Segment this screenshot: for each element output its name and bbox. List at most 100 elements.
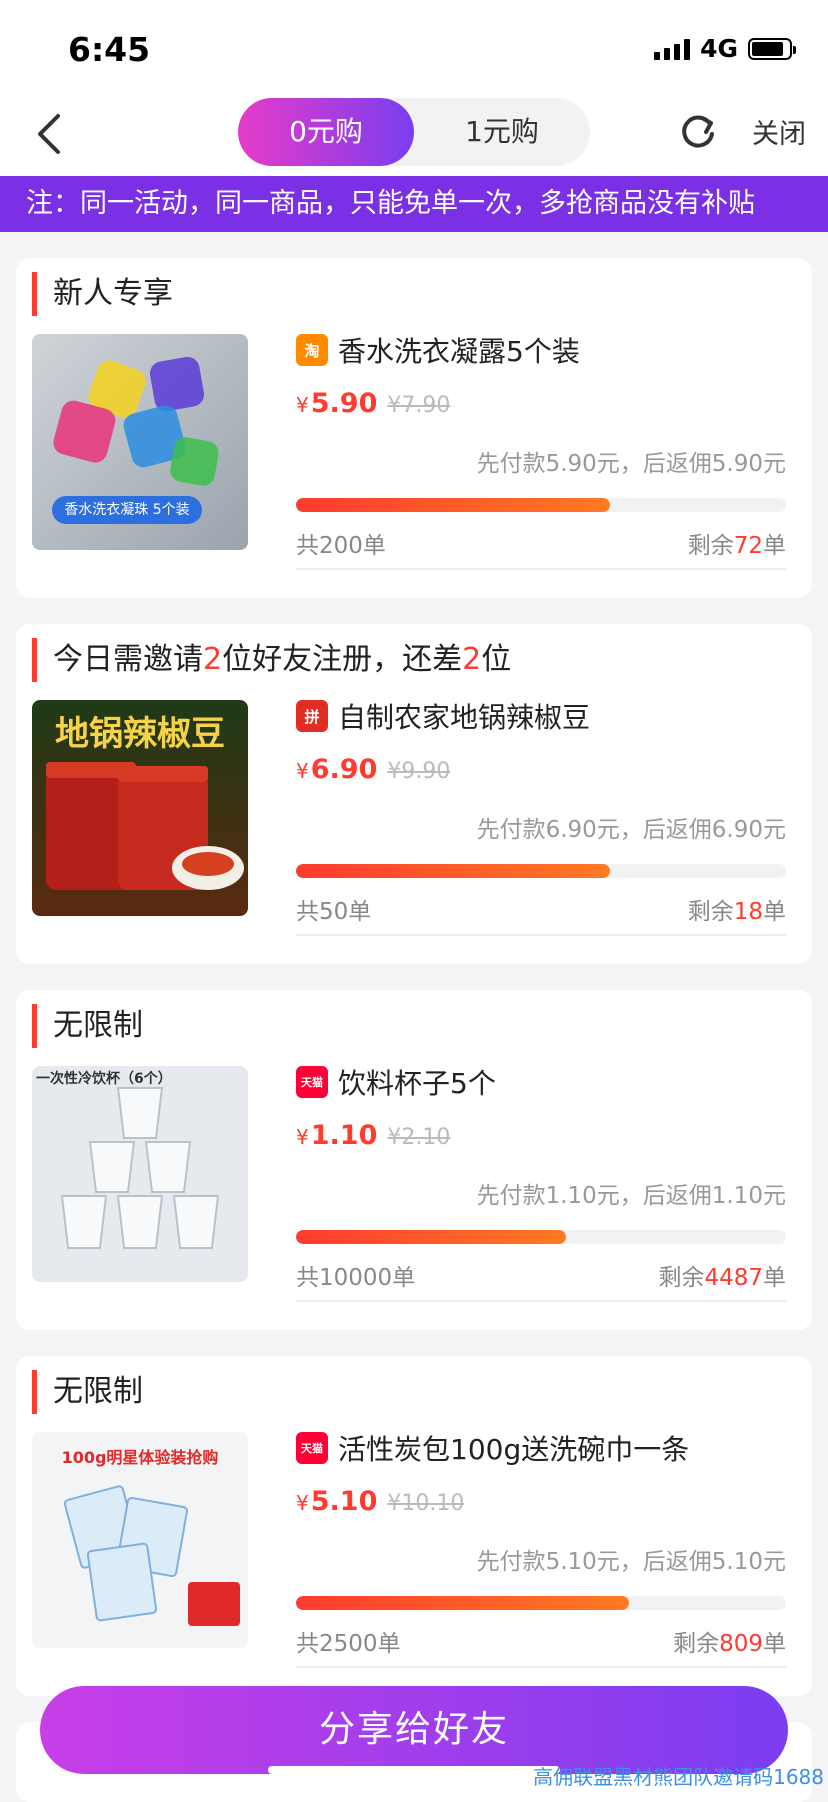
progress-fill bbox=[296, 864, 610, 878]
total-orders: 共2500单 bbox=[296, 1631, 401, 1657]
price-row: ¥5.90 ¥7.90 bbox=[296, 388, 450, 419]
product-image[interactable]: 100g明星体验装抢购 bbox=[32, 1432, 248, 1648]
remain-unit: 单 bbox=[763, 1631, 786, 1657]
remain-count: 4487 bbox=[704, 1265, 763, 1291]
product-name: 活性炭包100g送洗碗巾一条 bbox=[338, 1433, 690, 1466]
product-image[interactable]: 地锅辣椒豆 bbox=[32, 700, 248, 916]
price-value: 5.90 bbox=[310, 388, 378, 419]
rebate-text: 先付款5.10元，后返佣5.10元 bbox=[476, 1549, 786, 1575]
product-card[interactable]: 新人专享 香水洗衣凝珠 5个装 淘 香水洗衣凝露5个装 ¥5.90 ¥7.90 … bbox=[16, 258, 812, 598]
product-name-row: 天猫 活性炭包100g送洗碗巾一条 bbox=[296, 1428, 689, 1468]
nav-bar: 0元购 1元购 关闭 bbox=[0, 92, 828, 176]
card-title: 无限制 bbox=[32, 1004, 143, 1048]
remain-label: 剩余 bbox=[658, 1265, 705, 1291]
product-name: 饮料杯子5个 bbox=[338, 1067, 496, 1100]
remaining-count: 2 bbox=[462, 642, 482, 677]
price-row: ¥5.10 ¥10.10 bbox=[296, 1486, 464, 1517]
card-title: 今日需邀请2位好友注册，还差2位 bbox=[32, 638, 511, 682]
progress-fill bbox=[296, 1230, 566, 1244]
currency-symbol: ¥ bbox=[296, 759, 309, 783]
price-value: 5.10 bbox=[310, 1486, 378, 1517]
battery-icon bbox=[748, 37, 796, 60]
divider bbox=[296, 934, 786, 936]
progress-bar bbox=[296, 498, 786, 512]
home-indicator bbox=[268, 1766, 560, 1774]
total-orders: 共50单 bbox=[296, 899, 372, 925]
remaining-orders: 剩余18单 bbox=[688, 892, 786, 926]
refresh-button[interactable] bbox=[676, 110, 720, 154]
divider bbox=[296, 1666, 786, 1668]
product-name-row: 天猫 饮料杯子5个 bbox=[296, 1062, 496, 1102]
original-price: ¥10.10 bbox=[387, 1491, 465, 1516]
tab-one-yuan[interactable]: 1元购 bbox=[414, 98, 590, 166]
price-value: 1.10 bbox=[310, 1120, 378, 1151]
watermark: 高佣联盟黑材熊团队邀请码1688 bbox=[533, 1765, 824, 1789]
price: ¥5.10 bbox=[296, 1486, 377, 1517]
card-title: 新人专享 bbox=[32, 272, 173, 316]
price-row: ¥1.10 ¥2.10 bbox=[296, 1120, 450, 1151]
close-button[interactable]: 关闭 bbox=[752, 112, 806, 151]
remain-label: 剩余 bbox=[687, 533, 734, 559]
product-image[interactable]: 一次性冷饮杯（6个） bbox=[32, 1066, 248, 1282]
rebate-text: 先付款5.90元，后返佣5.90元 bbox=[476, 451, 786, 477]
image-caption: 100g明星体验装抢购 bbox=[61, 1448, 219, 1467]
product-info: 天猫 饮料杯子5个 ¥1.10 ¥2.10 先付款1.10元，后返佣1.10元 … bbox=[296, 1062, 786, 1302]
taobao-icon: 淘 bbox=[296, 334, 328, 366]
tab-zero-yuan[interactable]: 0元购 bbox=[238, 98, 414, 166]
price: ¥6.90 bbox=[296, 754, 377, 785]
progress-bar bbox=[296, 1230, 786, 1244]
remain-label: 剩余 bbox=[673, 1631, 720, 1657]
title-text: 位 bbox=[481, 642, 512, 677]
product-card[interactable]: 今日需邀请2位好友注册，还差2位 地锅辣椒豆 拼 自制农家地锅辣椒豆 ¥6.90… bbox=[16, 624, 812, 964]
image-caption: 一次性冷饮杯（6个） bbox=[36, 1071, 172, 1087]
remain-count: 18 bbox=[733, 899, 763, 925]
invite-count: 2 bbox=[203, 642, 223, 677]
rebate-text: 先付款6.90元，后返佣6.90元 bbox=[476, 817, 786, 843]
remain-count: 809 bbox=[719, 1631, 763, 1657]
title-text: 今日需邀请 bbox=[53, 642, 203, 677]
status-bar: 6:45 4G bbox=[0, 0, 828, 92]
progress-bar bbox=[296, 864, 786, 878]
signal-icon bbox=[654, 38, 691, 60]
remain-label: 剩余 bbox=[687, 899, 734, 925]
product-name: 香水洗衣凝露5个装 bbox=[338, 335, 580, 368]
original-price: ¥7.90 bbox=[387, 393, 451, 418]
network-label: 4G bbox=[700, 34, 738, 63]
status-indicators: 4G bbox=[654, 34, 796, 63]
product-image[interactable]: 香水洗衣凝珠 5个装 bbox=[32, 334, 248, 550]
image-caption: 地锅辣椒豆 bbox=[55, 714, 225, 754]
product-card[interactable]: 无限制 100g明星体验装抢购 天猫 活性炭包100g送洗碗巾一条 ¥5.10 … bbox=[16, 1356, 812, 1696]
remain-count: 72 bbox=[733, 533, 763, 559]
progress-bar bbox=[296, 1596, 786, 1610]
remain-unit: 单 bbox=[763, 1265, 786, 1291]
card-title: 无限制 bbox=[32, 1370, 143, 1414]
rebate-text: 先付款1.10元，后返佣1.10元 bbox=[476, 1183, 786, 1209]
image-caption: 香水洗衣凝珠 5个装 bbox=[64, 502, 190, 518]
divider bbox=[296, 1300, 786, 1302]
title-text: 位好友注册，还差 bbox=[222, 642, 463, 677]
currency-symbol: ¥ bbox=[296, 1125, 309, 1149]
progress-fill bbox=[296, 498, 610, 512]
progress-fill bbox=[296, 1596, 630, 1610]
remaining-orders: 剩余4487单 bbox=[658, 1258, 786, 1292]
divider bbox=[296, 568, 786, 570]
product-card[interactable]: 无限制 一次性冷饮杯（6个） 天猫 饮料杯子5个 ¥1.10 ¥2.10 先付款… bbox=[16, 990, 812, 1330]
remain-unit: 单 bbox=[763, 533, 786, 559]
tab-switcher: 0元购 1元购 bbox=[238, 98, 590, 166]
price: ¥5.90 bbox=[296, 388, 377, 419]
product-info: 天猫 活性炭包100g送洗碗巾一条 ¥5.10 ¥10.10 先付款5.10元，… bbox=[296, 1428, 786, 1668]
currency-symbol: ¥ bbox=[296, 1491, 309, 1515]
product-name-row: 拼 自制农家地锅辣椒豆 bbox=[296, 696, 590, 736]
chevron-left-icon bbox=[38, 114, 60, 154]
price: ¥1.10 bbox=[296, 1120, 377, 1151]
tmall-icon: 天猫 bbox=[296, 1066, 328, 1098]
remain-unit: 单 bbox=[763, 899, 786, 925]
back-button[interactable] bbox=[28, 108, 76, 160]
original-price: ¥9.90 bbox=[387, 759, 451, 784]
product-name-row: 淘 香水洗衣凝露5个装 bbox=[296, 330, 580, 370]
product-name: 自制农家地锅辣椒豆 bbox=[338, 701, 591, 734]
currency-symbol: ¥ bbox=[296, 393, 309, 417]
tmall-icon: 天猫 bbox=[296, 1432, 328, 1464]
remaining-orders: 剩余809单 bbox=[673, 1624, 786, 1658]
product-info: 拼 自制农家地锅辣椒豆 ¥6.90 ¥9.90 先付款6.90元，后返佣6.90… bbox=[296, 696, 786, 936]
